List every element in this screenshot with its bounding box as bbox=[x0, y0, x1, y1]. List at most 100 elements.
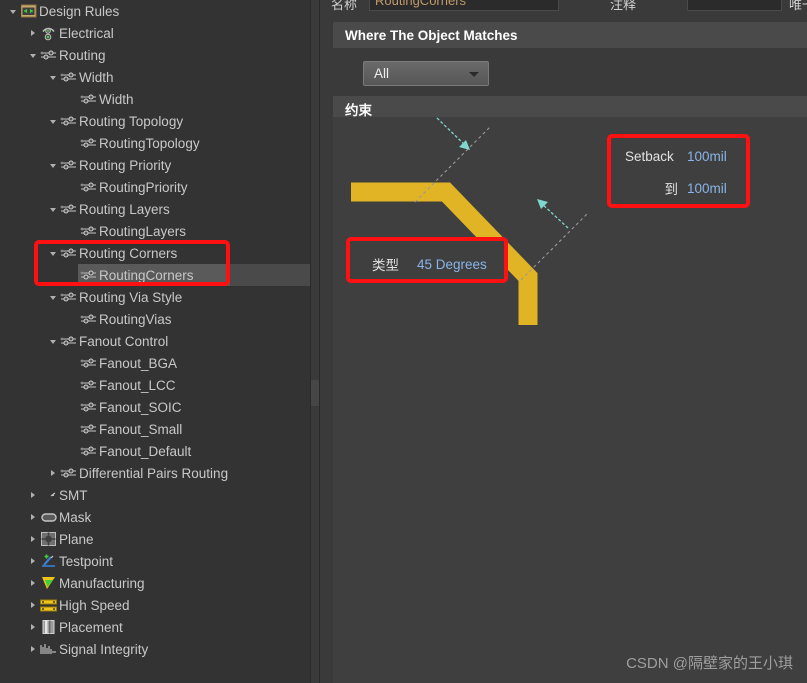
corner-style-value[interactable]: 45 Degrees bbox=[417, 257, 487, 272]
tree-item-width[interactable]: Width bbox=[0, 88, 310, 110]
chevron-right-icon[interactable] bbox=[46, 462, 59, 484]
routing-icon bbox=[79, 355, 98, 371]
design-rules-tree[interactable]: Design Rules Electrical Routing Width Width R… bbox=[0, 0, 310, 683]
tree-item-label: RoutingPriority bbox=[99, 179, 188, 195]
tree-item-width[interactable]: Width bbox=[0, 66, 310, 88]
tree-item-routingcorners[interactable]: RoutingCorners bbox=[0, 264, 310, 286]
tree-item-label: Fanout_SOIC bbox=[99, 399, 182, 415]
chevron-right-icon[interactable] bbox=[26, 506, 39, 528]
tree-item-fanout-control[interactable]: Fanout Control bbox=[0, 330, 310, 352]
tree-item-routingpriority[interactable]: RoutingPriority bbox=[0, 176, 310, 198]
chevron-down-icon[interactable] bbox=[6, 0, 19, 22]
routing-icon bbox=[59, 245, 78, 261]
tree-item-routingtopology[interactable]: RoutingTopology bbox=[0, 132, 310, 154]
tree-item-label: SMT bbox=[59, 487, 88, 503]
tree-item-label: Electrical bbox=[59, 25, 114, 41]
tree-item-label: RoutingLayers bbox=[99, 223, 187, 239]
routing-icon bbox=[79, 267, 98, 283]
corner-style-label: 类型 bbox=[372, 258, 399, 273]
tree-item-routingvias[interactable]: RoutingVias bbox=[0, 308, 310, 330]
setback-value[interactable]: 100mil bbox=[687, 149, 727, 164]
tree-item-label: Signal Integrity bbox=[59, 641, 149, 657]
tree-item-routing-topology[interactable]: Routing Topology bbox=[0, 110, 310, 132]
chevron-down-icon[interactable] bbox=[46, 286, 59, 308]
tree-item-electrical[interactable]: Electrical bbox=[0, 22, 310, 44]
signal-integrity-icon bbox=[39, 641, 58, 657]
tree-item-label: Routing Priority bbox=[79, 157, 172, 173]
comment-input[interactable] bbox=[687, 0, 782, 11]
chevron-down-icon[interactable] bbox=[46, 110, 59, 132]
tree-item-smt[interactable]: SMT bbox=[0, 484, 310, 506]
tree-item-differential-pairs-routing[interactable]: Differential Pairs Routing bbox=[0, 462, 310, 484]
tree-item-label: Differential Pairs Routing bbox=[79, 465, 229, 481]
tree-item-plane[interactable]: Plane bbox=[0, 528, 310, 550]
tree-item-routing-via-style[interactable]: Routing Via Style bbox=[0, 286, 310, 308]
tree-item-label: Routing Topology bbox=[79, 113, 184, 129]
routing-icon bbox=[79, 443, 98, 459]
testpoint-icon bbox=[39, 553, 58, 569]
tree-item-label: Routing bbox=[59, 47, 106, 63]
tree-item-signal-integrity[interactable]: Signal Integrity bbox=[0, 638, 310, 660]
tree-item-manufacturing[interactable]: Manufacturing bbox=[0, 572, 310, 594]
routing-icon bbox=[59, 333, 78, 349]
tree-item-fanout-bga[interactable]: Fanout_BGA bbox=[0, 352, 310, 374]
chevron-down-icon[interactable] bbox=[46, 242, 59, 264]
splitter-grip[interactable] bbox=[311, 380, 319, 406]
tree-item-fanout-soic[interactable]: Fanout_SOIC bbox=[0, 396, 310, 418]
manufacturing-icon bbox=[39, 575, 58, 591]
tree-item-placement[interactable]: Placement bbox=[0, 616, 310, 638]
chevron-right-icon[interactable] bbox=[26, 550, 39, 572]
chevron-right-icon[interactable] bbox=[26, 528, 39, 550]
tree-item-fanout-small[interactable]: Fanout_Small bbox=[0, 418, 310, 440]
tree-item-testpoint[interactable]: Testpoint bbox=[0, 550, 310, 572]
chevron-down-icon[interactable] bbox=[46, 198, 59, 220]
name-label: 名称 bbox=[331, 0, 358, 12]
tree-item-label: Design Rules bbox=[39, 3, 120, 19]
tree-item-routing[interactable]: Routing bbox=[0, 44, 310, 66]
tree-item-label: Testpoint bbox=[59, 553, 114, 569]
rule-header-row: 名称 RoutingCorners 注释 唯一 ID bbox=[321, 0, 807, 12]
tree-item-high-speed[interactable]: High Speed bbox=[0, 594, 310, 616]
tree-item-label: Routing Via Style bbox=[79, 289, 183, 305]
mask-icon bbox=[39, 509, 58, 525]
tree-item-mask[interactable]: Mask bbox=[0, 506, 310, 528]
tree-item-routing-priority[interactable]: Routing Priority bbox=[0, 154, 310, 176]
tree-toggle-empty bbox=[66, 88, 79, 110]
unique-id-label: 唯一 ID bbox=[789, 0, 807, 12]
chevron-down-icon[interactable] bbox=[46, 330, 59, 352]
tree-item-routing-corners[interactable]: Routing Corners bbox=[0, 242, 310, 264]
routing-icon bbox=[59, 157, 78, 173]
setback-label: Setback bbox=[625, 149, 674, 164]
scope-dropdown[interactable]: All bbox=[363, 61, 489, 86]
tree-item-label: Fanout_BGA bbox=[99, 355, 178, 371]
routing-icon bbox=[59, 201, 78, 217]
chevron-right-icon[interactable] bbox=[26, 484, 39, 506]
chevron-right-icon[interactable] bbox=[26, 572, 39, 594]
routing-icon bbox=[79, 135, 98, 151]
tree-item-design-rules[interactable]: Design Rules bbox=[0, 0, 310, 22]
chevron-right-icon[interactable] bbox=[26, 594, 39, 616]
comment-label: 注释 bbox=[610, 0, 637, 12]
where-object-matches-header: Where The Object Matches bbox=[333, 22, 807, 48]
tree-item-label: Manufacturing bbox=[59, 575, 145, 591]
tree-item-fanout-lcc[interactable]: Fanout_LCC bbox=[0, 374, 310, 396]
chevron-right-icon[interactable] bbox=[26, 638, 39, 660]
tree-item-fanout-default[interactable]: Fanout_Default bbox=[0, 440, 310, 462]
corner-style-row: 类型 45 Degrees bbox=[372, 254, 487, 274]
chevron-down-icon[interactable] bbox=[46, 154, 59, 176]
chevron-down-icon[interactable] bbox=[26, 44, 39, 66]
panel-splitter[interactable] bbox=[310, 0, 320, 683]
chevron-down-icon[interactable] bbox=[46, 66, 59, 88]
chevron-right-icon[interactable] bbox=[26, 616, 39, 638]
tree-item-routing-layers[interactable]: Routing Layers bbox=[0, 198, 310, 220]
routing-icon bbox=[79, 399, 98, 415]
tree-item-label: Fanout_Small bbox=[99, 421, 183, 437]
tree-toggle-empty bbox=[66, 308, 79, 330]
design-rules-window: Design Rules Electrical Routing Width Width R… bbox=[0, 0, 807, 683]
chevron-right-icon[interactable] bbox=[26, 22, 39, 44]
name-input[interactable]: RoutingCorners bbox=[369, 0, 559, 11]
tree-toggle-empty bbox=[66, 176, 79, 198]
setback-to-value[interactable]: 100mil bbox=[687, 181, 727, 196]
tree-item-routinglayers[interactable]: RoutingLayers bbox=[0, 220, 310, 242]
corner-style-callout-box: 类型 45 Degrees bbox=[346, 237, 508, 283]
